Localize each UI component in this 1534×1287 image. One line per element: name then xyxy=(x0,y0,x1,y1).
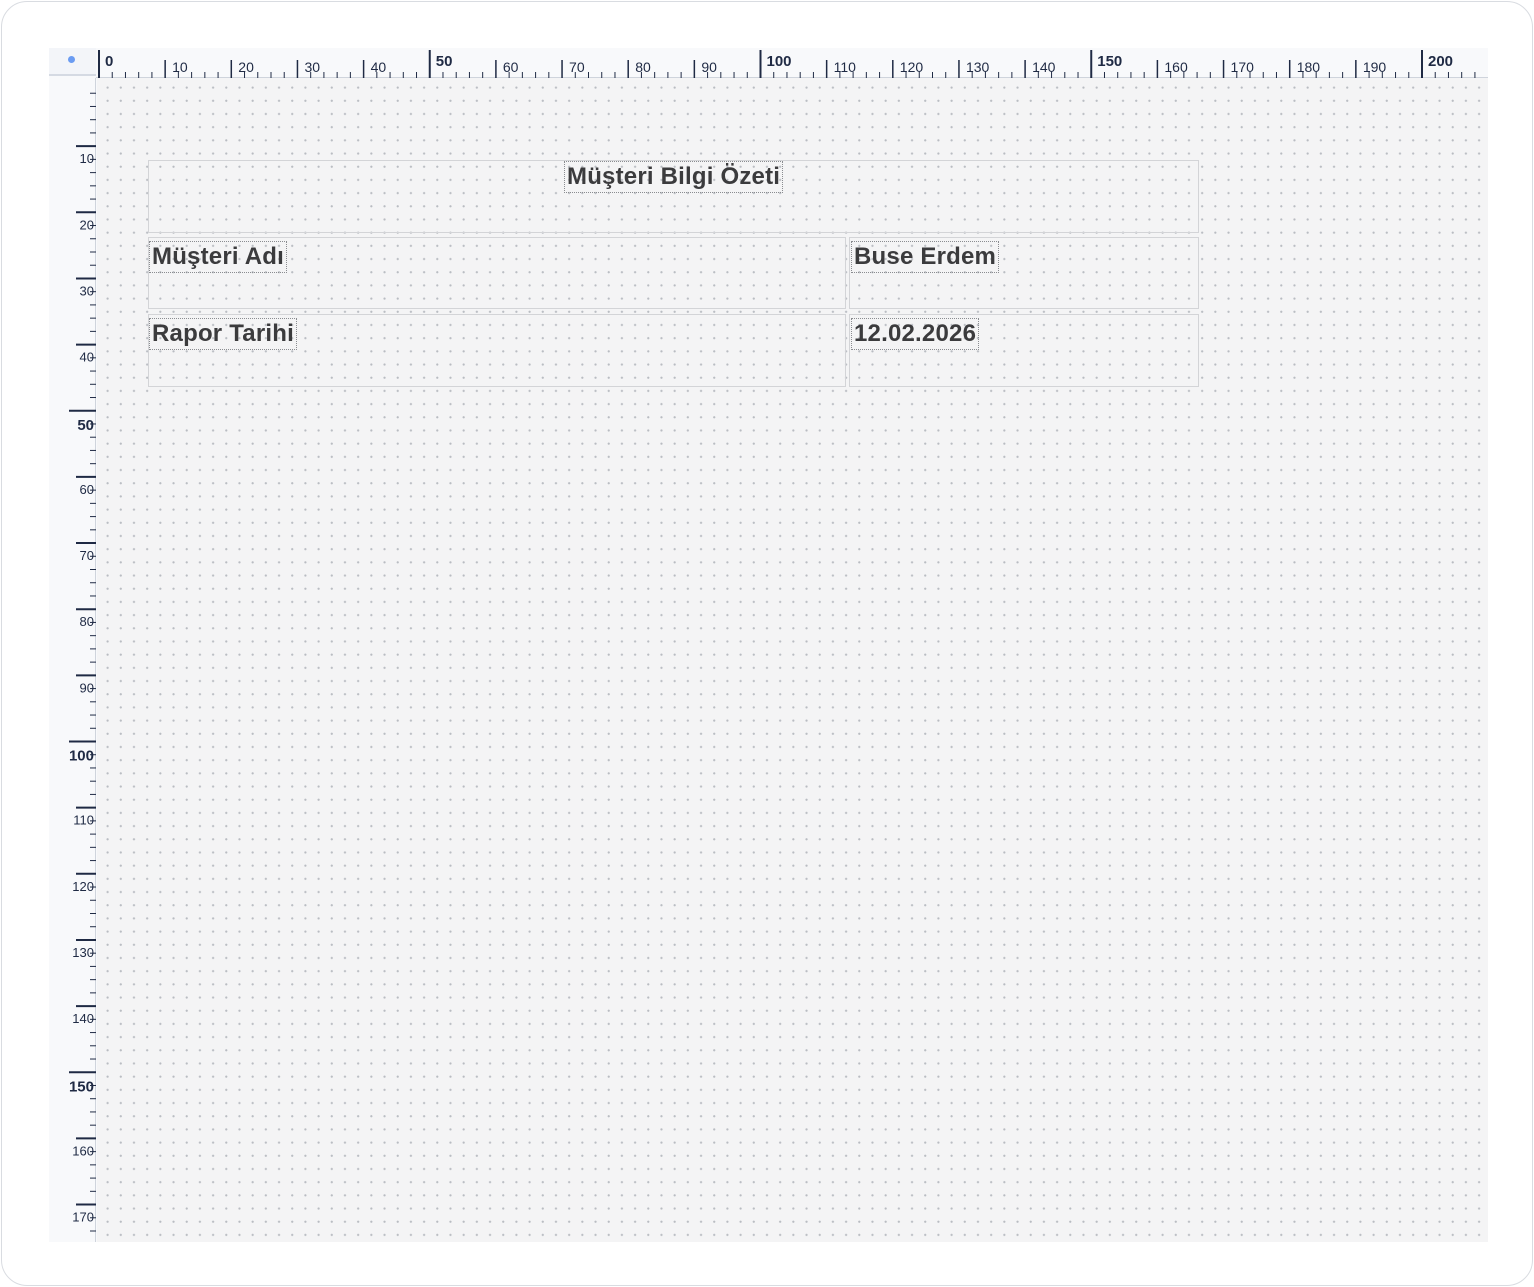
report-title-field[interactable]: Müşteri Bilgi Özeti xyxy=(564,161,784,193)
ruler-label: 10 xyxy=(172,59,188,75)
ruler-label: 60 xyxy=(80,482,94,497)
ruler-label: 60 xyxy=(503,59,519,75)
ruler-label: 140 xyxy=(1032,59,1056,75)
ruler-label: 40 xyxy=(371,59,387,75)
ruler-label: 130 xyxy=(72,945,94,960)
ruler-label: 160 xyxy=(72,1143,94,1158)
ruler-label: 120 xyxy=(900,59,924,75)
ruler-label: 20 xyxy=(238,59,254,75)
ruler-label: 50 xyxy=(77,417,94,434)
ruler-label: 190 xyxy=(1363,59,1387,75)
ruler-label: 130 xyxy=(966,59,990,75)
report-date-label[interactable]: Rapor Tarihi xyxy=(149,318,297,350)
ruler-label: 40 xyxy=(80,350,94,365)
report-date-value[interactable]: 12.02.2026 xyxy=(851,318,980,350)
origin-dot-icon xyxy=(68,56,75,63)
ruler-label: 170 xyxy=(1231,59,1255,75)
ruler-label: 20 xyxy=(80,217,94,232)
ruler-label: 100 xyxy=(767,53,792,70)
report-designer: 0 10 20 30 40 50 60 70 80 90 100 110 120 130 140 150 160… xyxy=(49,48,1488,1242)
ruler-label: 150 xyxy=(1097,53,1122,70)
ruler-label: 90 xyxy=(80,680,94,695)
ruler-label: 30 xyxy=(80,283,94,298)
ruler-label: 120 xyxy=(72,879,94,894)
ruler-label: 90 xyxy=(701,59,717,75)
ruler-label: 70 xyxy=(569,59,585,75)
ruler-label: 110 xyxy=(834,59,857,75)
vertical-ruler: 10 20 30 40 50 60 70 80 90 100 110 120 130 140 150 160 1… xyxy=(49,78,96,1242)
window-frame: 0 10 20 30 40 50 60 70 80 90 100 110 120 130 140 150 160… xyxy=(1,1,1533,1286)
horizontal-ruler-scale: 0 10 20 30 40 50 60 70 80 90 100 110 120 130 140 150 160… xyxy=(98,50,1476,78)
ruler-label: 70 xyxy=(80,548,94,563)
ruler-label: 160 xyxy=(1164,59,1188,75)
vertical-ruler-scale: 10 20 30 40 50 60 70 80 90 100 110 120 130 140 150 160 1… xyxy=(69,92,96,1232)
ruler-label: 30 xyxy=(304,59,320,75)
ruler-label: 50 xyxy=(436,53,453,70)
ruler-label: 150 xyxy=(69,1078,94,1095)
ruler-label: 140 xyxy=(72,1011,94,1026)
horizontal-ruler: 0 10 20 30 40 50 60 70 80 90 100 110 120 130 140 150 160… xyxy=(96,48,1488,78)
ruler-label: 110 xyxy=(73,813,94,828)
ruler-label: 170 xyxy=(72,1210,94,1225)
ruler-label: 80 xyxy=(80,614,94,629)
ruler-label: 200 xyxy=(1428,53,1453,70)
customer-name-value[interactable]: Buse Erdem xyxy=(851,241,1000,273)
ruler-label: 80 xyxy=(635,59,651,75)
ruler-corner[interactable] xyxy=(49,48,96,76)
design-canvas[interactable]: Müşteri Bilgi Özeti Müşteri Adı Buse Erd… xyxy=(97,78,1488,1242)
ruler-label: 100 xyxy=(69,748,94,765)
ruler-label: 180 xyxy=(1297,59,1321,75)
customer-name-label[interactable]: Müşteri Adı xyxy=(149,241,287,273)
ruler-label: 10 xyxy=(80,151,94,166)
ruler-label: 0 xyxy=(105,53,113,70)
